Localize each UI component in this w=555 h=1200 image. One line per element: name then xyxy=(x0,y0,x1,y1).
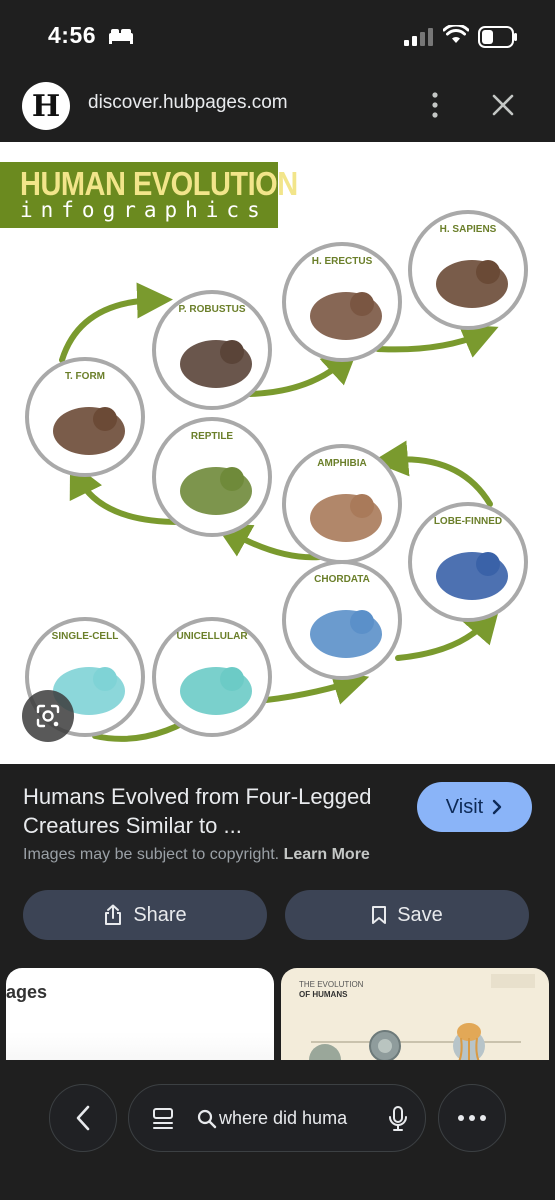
more-dots-icon xyxy=(458,1115,486,1121)
stage-label: UNICELLULAR xyxy=(176,631,248,642)
mic-icon[interactable] xyxy=(387,1105,409,1133)
stage-creature-head xyxy=(93,407,117,431)
stage-circle: LOBE-FINNED xyxy=(408,502,528,622)
stage-circle: REPTILE xyxy=(152,417,272,537)
site-logo-letter: H xyxy=(31,88,61,124)
copyright-notice: Images may be subject to copyright. Lear… xyxy=(23,846,370,864)
copyright-text: Images may be subject to copyright. xyxy=(23,846,280,863)
back-button[interactable] xyxy=(49,1084,117,1152)
stage-label: LOBE-FINNED xyxy=(434,516,502,527)
signal-icon xyxy=(404,28,433,46)
save-button[interactable]: Save xyxy=(285,890,529,940)
evolution-arrow xyxy=(59,282,173,363)
result-title[interactable]: Humans Evolved from Four-Legged Creature… xyxy=(23,782,403,840)
url-bar: H discover.hubpages.com xyxy=(0,68,555,142)
stage-label: REPTILE xyxy=(191,431,234,442)
stage-label: CHORDATA xyxy=(314,574,370,585)
stage-label: T. FORM xyxy=(65,371,105,382)
stage-creature-head xyxy=(476,552,500,576)
google-lens-icon xyxy=(36,704,60,728)
evolution-diagram: SINGLE-CELL UNICELLULAR CHORDATA LOBE-FINNE… xyxy=(25,210,528,742)
stage-creature-head xyxy=(350,494,374,518)
stage-creature-head xyxy=(350,292,374,316)
image-preview[interactable]: HUMAN EVOLUTION infographics SINGLE-CELL… xyxy=(0,142,555,764)
evolution-arrow xyxy=(375,324,499,358)
lens-list-icon[interactable] xyxy=(151,1107,175,1131)
status-time: 4:56 xyxy=(48,22,97,48)
visit-label: Visit xyxy=(445,795,484,818)
bed-icon xyxy=(109,29,133,44)
evolution-arrow xyxy=(372,440,493,507)
status-bar: 4:56 xyxy=(0,0,555,68)
save-label: Save xyxy=(397,903,443,926)
thumbnail-text: ages xyxy=(6,982,48,1002)
stage-creature-head xyxy=(220,667,244,691)
stage-creature-head xyxy=(93,667,117,691)
url-text[interactable]: discover.hubpages.com xyxy=(88,92,288,114)
back-arrow-icon xyxy=(76,1105,90,1131)
wifi-icon xyxy=(443,25,469,43)
related-image-thumbnail[interactable]: THE EVOLUTION OF HUMANS xyxy=(281,968,549,1068)
related-image-thumbnail[interactable]: ages xyxy=(6,968,274,1068)
stage-circle: P. ROBUSTUS xyxy=(152,290,272,410)
search-pill[interactable]: where did huma xyxy=(128,1084,426,1152)
stage-circle: AMPHIBIA xyxy=(282,444,402,564)
stage-label: P. ROBUSTUS xyxy=(178,304,245,315)
stage-label: H. SAPIENS xyxy=(440,224,497,235)
stage-creature-head xyxy=(220,340,244,364)
stage-circle: H. ERECTUS xyxy=(282,242,402,362)
stage-creature-head xyxy=(476,260,500,284)
visit-button[interactable]: Visit xyxy=(417,782,532,832)
search-query[interactable]: where did huma xyxy=(219,1108,365,1129)
stage-label: AMPHIBIA xyxy=(317,458,366,469)
share-button[interactable]: Share xyxy=(23,890,267,940)
thumbnail-illustration xyxy=(309,974,535,1068)
more-button[interactable] xyxy=(438,1084,506,1152)
stage-circle: CHORDATA xyxy=(282,560,402,680)
learn-more-link[interactable]: Learn More xyxy=(284,846,370,863)
chevron-right-icon xyxy=(493,799,502,815)
stage-creature-head xyxy=(350,610,374,634)
stage-label: H. ERECTUS xyxy=(312,256,373,267)
site-logo[interactable]: H xyxy=(22,82,70,130)
google-lens-button[interactable] xyxy=(22,690,74,742)
close-icon[interactable] xyxy=(488,90,518,120)
search-icon xyxy=(197,1109,217,1129)
share-label: Share xyxy=(133,903,187,926)
bookmark-icon xyxy=(372,906,387,924)
share-icon xyxy=(105,904,122,925)
bottom-bar: where did huma xyxy=(0,1060,555,1200)
stage-label: SINGLE-CELL xyxy=(52,631,119,642)
evolution-arrow xyxy=(395,606,500,661)
stage-creature-head xyxy=(220,467,244,491)
stage-circle: UNICELLULAR xyxy=(152,617,272,737)
stage-circle: H. SAPIENS xyxy=(408,210,528,330)
battery-icon xyxy=(478,26,517,48)
kebab-icon[interactable] xyxy=(428,90,442,120)
stage-circle: T. FORM xyxy=(25,357,145,477)
